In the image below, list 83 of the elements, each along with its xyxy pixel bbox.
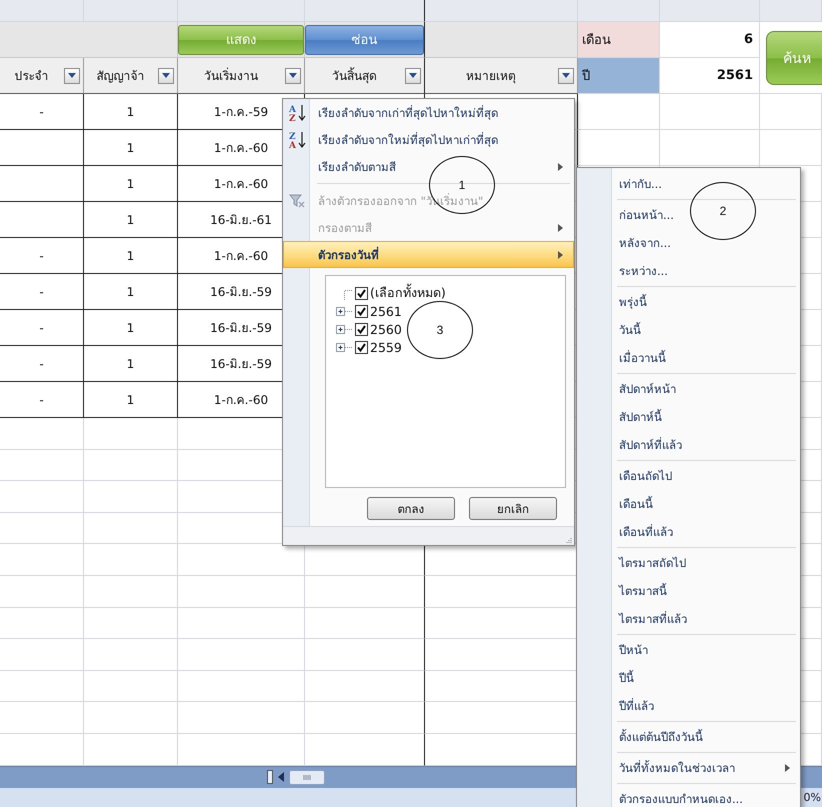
filter-dropdown-button[interactable] <box>558 68 574 84</box>
menu-item[interactable]: ปีนี้ <box>619 669 634 687</box>
menu-item[interactable]: วันที่ทั้งหมดในช่วงเวลา <box>619 759 735 777</box>
table-cell: 6 <box>660 22 760 58</box>
filter-dropdown-button[interactable] <box>285 68 301 84</box>
submenu-arrow-icon <box>558 224 563 232</box>
number-callout: 3 <box>407 301 473 359</box>
table-cell: 1 <box>84 94 178 130</box>
filter-dropdown-button[interactable] <box>405 68 421 84</box>
caret-icon <box>68 73 76 78</box>
tree-item-label: 2560 <box>370 322 402 336</box>
menu-item[interactable]: เมื่อวานนี้ <box>619 349 666 367</box>
resize-grip-icon[interactable] <box>566 537 572 543</box>
menu-item[interactable]: เท่ากับ... <box>619 175 662 193</box>
expand-toggle-icon[interactable] <box>336 306 353 316</box>
table-cell: 1 <box>84 238 178 274</box>
menu-item[interactable]: หลังจาก... <box>619 234 671 252</box>
menu-item[interactable]: ระหว่าง... <box>619 262 668 280</box>
column-header: วันสิ้นสุด <box>331 66 378 85</box>
filter-dropdown-button[interactable] <box>158 68 174 84</box>
menu-item[interactable]: ไตรมาสนี้ <box>619 582 667 600</box>
submenu-arrow-icon <box>785 764 790 772</box>
caret-icon <box>409 73 417 78</box>
split-handle-icon[interactable] <box>267 770 273 784</box>
table-cell: - <box>0 346 84 382</box>
table-cell: 1 <box>84 166 178 202</box>
filter-dropdown-button[interactable] <box>64 68 80 84</box>
checkbox[interactable] <box>355 286 368 300</box>
menu-item[interactable]: พรุ่งนี้ <box>619 293 647 311</box>
zoom-level: 0% <box>804 791 821 804</box>
scrollbar-thumb[interactable] <box>289 770 325 785</box>
tree-item-label: 2561 <box>370 304 402 318</box>
menu-item[interactable]: ตั้งแต่ต้นปีถึงวันนี้ <box>619 728 703 746</box>
menu-item[interactable]: ไตรมาสที่แล้ว <box>619 610 687 628</box>
hide-button[interactable]: ซ่อน <box>305 24 424 54</box>
table-cell: 1 <box>84 382 178 418</box>
menu-item[interactable]: ไตรมาสถัดไป <box>619 554 686 572</box>
expand-toggle-icon[interactable] <box>336 342 353 352</box>
row-label: เดือน <box>578 22 660 58</box>
expand-toggle-icon[interactable] <box>336 324 353 334</box>
number-callout: 2 <box>690 182 756 240</box>
menu-item[interactable]: ปีหน้า <box>619 641 648 659</box>
menu-item[interactable]: ปีที่แล้ว <box>619 697 654 715</box>
tree-item-label: 2559 <box>370 340 402 354</box>
table-cell: - <box>0 94 84 130</box>
table-cell: - <box>0 274 84 310</box>
menu-item[interactable]: ตัวกรองวันที่ <box>283 241 574 268</box>
caret-icon <box>162 73 170 78</box>
menu-item[interactable]: ก่อนหน้า... <box>619 206 674 224</box>
menu-item[interactable]: เดือนนี้ <box>619 495 653 513</box>
column-header: วันเริ่มงาน <box>203 66 259 85</box>
checkbox[interactable] <box>355 304 368 318</box>
menu-item[interactable]: ตัวกรองแบบกำหนดเอง... <box>619 790 743 807</box>
table-cell: 1 <box>84 130 178 166</box>
tree-item-label: (เลือกทั้งหมด) <box>370 283 446 302</box>
table-cell: - <box>0 238 84 274</box>
ok-button[interactable]: ตกลง <box>367 497 455 520</box>
checkbox[interactable] <box>355 322 368 336</box>
table-cell: 2561 <box>660 58 760 94</box>
submenu-arrow-icon <box>558 162 563 170</box>
table-cell: - <box>0 310 84 346</box>
row-label: ปี <box>578 58 660 94</box>
caret-icon <box>289 73 297 78</box>
column-header: ประจำ <box>14 68 50 85</box>
menu-item[interactable]: วันนี้ <box>619 321 641 339</box>
cancel-button[interactable]: ยกเลิก <box>469 497 557 520</box>
caret-icon <box>562 73 570 78</box>
table-cell: 1 <box>84 274 178 310</box>
menu-item[interactable]: สัปดาห์หน้า <box>619 380 676 398</box>
menu-item[interactable]: เดือนที่แล้ว <box>619 523 673 541</box>
submenu-arrow-icon <box>558 250 563 258</box>
checkbox[interactable] <box>355 340 368 354</box>
tree-connector-icon <box>344 290 353 300</box>
scroll-left-icon[interactable] <box>277 770 285 784</box>
table-cell: - <box>0 382 84 418</box>
table-cell: 1 <box>84 310 178 346</box>
menu-item[interactable]: เดือนถัดไป <box>619 467 672 485</box>
table-cell: 1 <box>84 346 178 382</box>
table-cell: 1 <box>84 202 178 238</box>
menu-item[interactable]: สัปดาห์นี้ <box>619 408 662 426</box>
column-header: หมายเหตุ <box>465 68 517 85</box>
menu-item[interactable]: สัปดาห์ที่แล้ว <box>619 436 682 454</box>
column-header: สัญญาจ้า <box>96 68 146 85</box>
